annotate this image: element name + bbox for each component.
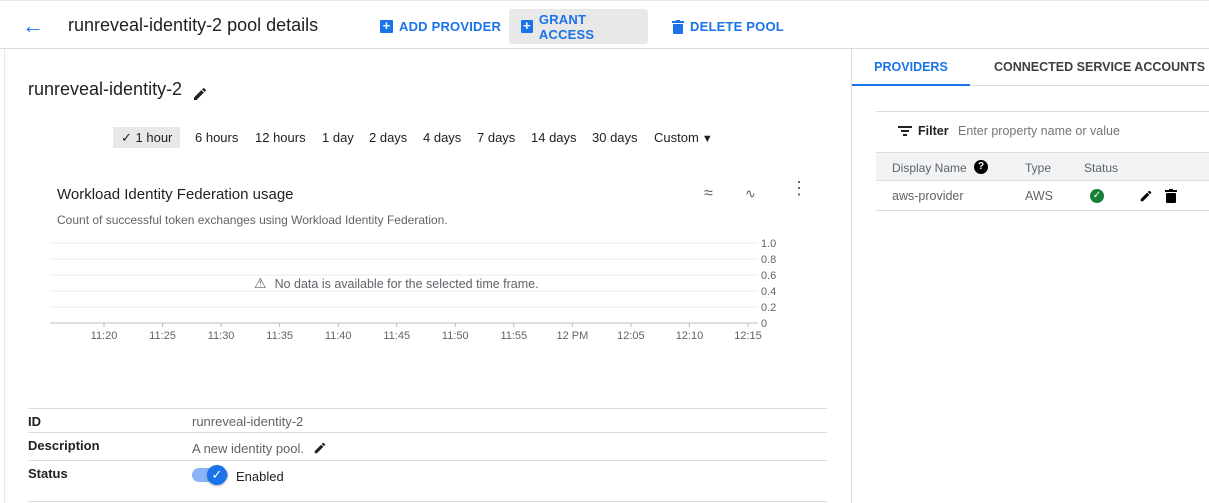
- x-tick-label: 11:20: [91, 330, 118, 342]
- time-range-label: 2 days: [369, 130, 408, 145]
- add-provider-button[interactable]: + ADD PROVIDER: [368, 9, 513, 44]
- x-tick-label: 12:10: [676, 330, 704, 342]
- time-range-label: 7 days: [477, 130, 516, 145]
- tab-label: CONNECTED SERVICE ACCOUNTS: [994, 60, 1206, 74]
- y-tick-label: 0.2: [761, 302, 776, 314]
- dropdown-arrow-icon: ▼: [698, 133, 713, 145]
- back-arrow-icon[interactable]: ←: [22, 13, 44, 39]
- time-range-6-hours[interactable]: 6 hours: [187, 127, 246, 148]
- time-range-label: 30 days: [592, 130, 638, 145]
- status-value: Enabled: [236, 469, 284, 484]
- column-display-name[interactable]: Display Name: [892, 161, 967, 175]
- providers-panel: PROVIDERS CONNECTED SERVICE ACCOUNTS Fil…: [851, 49, 1209, 503]
- add-provider-label: ADD PROVIDER: [399, 19, 502, 34]
- pool-name: runreveal-identity-2: [28, 79, 183, 99]
- trash-icon: [672, 19, 684, 34]
- time-range-4-days[interactable]: 4 days: [415, 127, 469, 148]
- y-tick-label: 0.4: [761, 286, 776, 298]
- x-tick-label: 12:15: [734, 330, 762, 342]
- detail-label: Status: [28, 466, 68, 481]
- edit-provider-icon[interactable]: [1139, 189, 1153, 203]
- time-range-label: 6 hours: [195, 130, 239, 145]
- x-tick-label: 12:05: [617, 330, 645, 342]
- y-tick-label: 0: [761, 318, 767, 330]
- x-tick-label: 11:40: [325, 330, 352, 342]
- time-range-label: 14 days: [531, 130, 577, 145]
- time-range-14-days[interactable]: 14 days: [523, 127, 585, 148]
- tab-label: PROVIDERS: [874, 60, 948, 74]
- edit-pencil-icon[interactable]: [192, 86, 208, 102]
- no-data-message: ⚠ No data is available for the selected t…: [254, 275, 539, 292]
- detail-row-status: Status ✓ Enabled: [28, 460, 827, 502]
- x-tick-label: 11:50: [442, 330, 469, 342]
- filter-input[interactable]: [958, 121, 1198, 141]
- time-range-2-days[interactable]: 2 days: [361, 127, 415, 148]
- filter-icon: [898, 126, 912, 136]
- header: ← runreveal-identity-2 pool details + ADD…: [0, 0, 1209, 49]
- provider-name[interactable]: aws-provider: [892, 189, 964, 203]
- tab-providers[interactable]: PROVIDERS: [852, 49, 970, 86]
- detail-label: ID: [28, 414, 41, 429]
- warning-icon: ⚠: [254, 275, 267, 291]
- chart-title: Workload Identity Federation usage: [57, 186, 294, 203]
- detail-value: A new identity pool.: [192, 441, 305, 456]
- delete-provider-icon[interactable]: [1165, 189, 1177, 203]
- delete-pool-label: DELETE POOL: [690, 19, 784, 34]
- detail-row-id: ID runreveal-identity-2: [28, 408, 827, 432]
- no-data-text: No data is available for the selected ti…: [274, 276, 539, 291]
- time-range-label: 1 day: [322, 130, 354, 145]
- time-range-label: 1 hour: [135, 130, 173, 145]
- table-row: aws-provider AWS ✓: [876, 181, 1209, 211]
- help-icon[interactable]: ?: [974, 160, 988, 174]
- time-range-1-hour[interactable]: ✓ 1 hour: [113, 127, 181, 148]
- x-tick-label: 11:25: [149, 330, 176, 342]
- time-range-label: 12 hours: [255, 130, 306, 145]
- chart-subtitle: Count of successful token exchanges usin…: [57, 213, 448, 227]
- divider: [876, 111, 1209, 112]
- plus-icon: +: [380, 19, 393, 33]
- tab-connected-service-accounts[interactable]: CONNECTED SERVICE ACCOUNTS: [994, 49, 1205, 86]
- x-tick-label: 11:55: [500, 330, 527, 342]
- time-range-12-hours[interactable]: 12 hours: [247, 127, 314, 148]
- page-title: runreveal-identity-2 pool details: [68, 15, 319, 35]
- detail-row-description: Description A new identity pool.: [28, 432, 827, 460]
- detail-value: runreveal-identity-2: [192, 414, 304, 429]
- grant-access-button[interactable]: + GRANT ACCESS: [509, 9, 648, 44]
- detail-label: Description: [28, 438, 100, 453]
- time-range-label: Custom: [654, 130, 699, 145]
- x-tick-label: 11:35: [266, 330, 293, 342]
- check-icon: ✓: [207, 465, 227, 485]
- status-ok-icon: ✓: [1090, 189, 1104, 203]
- edit-description-icon[interactable]: [313, 441, 327, 455]
- plus-icon: +: [521, 19, 533, 33]
- time-range-custom[interactable]: Custom ▼: [646, 127, 721, 148]
- x-tick-label: 11:45: [383, 330, 410, 342]
- explore-chart-icon[interactable]: ∿: [745, 186, 756, 202]
- x-tick-label: 11:30: [208, 330, 235, 342]
- time-range-1-day[interactable]: 1 day: [314, 127, 362, 148]
- more-options-icon[interactable]: ⋮: [790, 179, 808, 197]
- time-range-label: 4 days: [423, 130, 462, 145]
- status-toggle[interactable]: ✓: [192, 465, 228, 485]
- filter-label: Filter: [918, 124, 949, 138]
- delete-pool-button[interactable]: DELETE POOL: [660, 9, 796, 44]
- grant-access-label: GRANT ACCESS: [538, 11, 595, 42]
- column-status[interactable]: Status: [1084, 161, 1118, 175]
- time-range-30-days[interactable]: 30 days: [584, 127, 646, 148]
- legend-toggle-icon[interactable]: ≈: [704, 186, 713, 202]
- column-type[interactable]: Type: [1025, 161, 1051, 175]
- table-header: Display Name ? Type Status: [876, 152, 1209, 181]
- x-tick-label: 12 PM: [556, 330, 588, 342]
- y-tick-label: 0.8: [761, 254, 776, 266]
- time-range-7-days[interactable]: 7 days: [469, 127, 523, 148]
- y-tick-label: 1.0: [761, 238, 776, 250]
- provider-type: AWS: [1025, 189, 1054, 203]
- y-tick-label: 0.6: [761, 270, 776, 282]
